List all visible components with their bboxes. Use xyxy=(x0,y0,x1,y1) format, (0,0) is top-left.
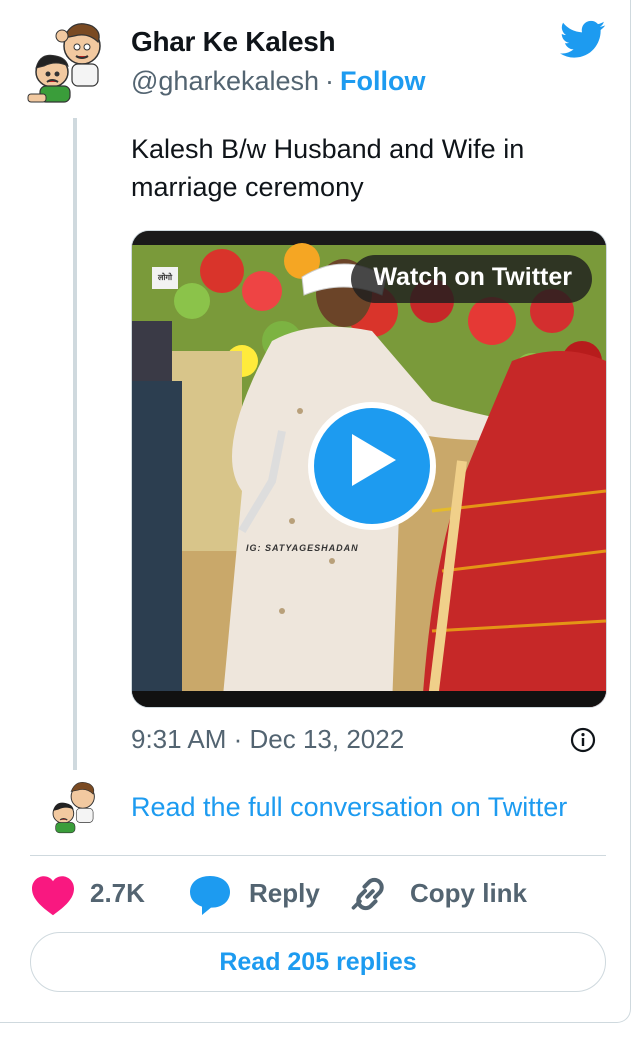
thread-line xyxy=(73,118,77,770)
heart-icon[interactable] xyxy=(30,874,76,916)
author-display-name[interactable]: Ghar Ke Kalesh xyxy=(131,26,336,58)
twitter-logo-icon[interactable] xyxy=(560,20,606,60)
reply-author-avatar xyxy=(45,777,105,837)
reply-button[interactable]: Reply xyxy=(249,878,320,909)
tweet-text: Kalesh B/w Husband and Wife in marriage … xyxy=(131,134,525,202)
video-media[interactable]: लोगो IG: SATYAGESHADAN Watch on Twitter xyxy=(131,230,607,708)
action-bar: 2.7K Reply Copy link xyxy=(0,866,632,922)
play-icon[interactable] xyxy=(308,402,436,530)
link-icon[interactable] xyxy=(348,872,392,916)
play-triangle xyxy=(352,434,396,486)
author-handle-row: @gharkekalesh · Follow xyxy=(131,66,426,97)
watch-on-twitter-button[interactable]: Watch on Twitter xyxy=(351,255,592,303)
read-full-conversation-link[interactable]: Read the full conversation on Twitter xyxy=(131,792,567,823)
tweet-timestamp[interactable]: 9:31 AM · Dec 13, 2022 xyxy=(131,724,404,755)
like-count[interactable]: 2.7K xyxy=(90,878,145,909)
author-avatar[interactable] xyxy=(22,14,118,110)
follow-button[interactable]: Follow xyxy=(340,66,425,96)
reply-bubble-icon[interactable] xyxy=(186,871,234,919)
separator-dot: · xyxy=(325,66,335,96)
video-watermark: IG: SATYAGESHADAN xyxy=(246,543,359,553)
divider xyxy=(30,855,606,856)
read-replies-button[interactable]: Read 205 replies xyxy=(30,932,606,992)
tweet-card: Ghar Ke Kalesh @gharkekalesh · Follow Kale… xyxy=(0,0,631,1023)
copy-link-button[interactable]: Copy link xyxy=(410,878,527,909)
channel-logo: लोगो xyxy=(152,267,178,289)
info-icon[interactable] xyxy=(570,727,596,753)
author-handle[interactable]: @gharkekalesh xyxy=(131,66,319,96)
